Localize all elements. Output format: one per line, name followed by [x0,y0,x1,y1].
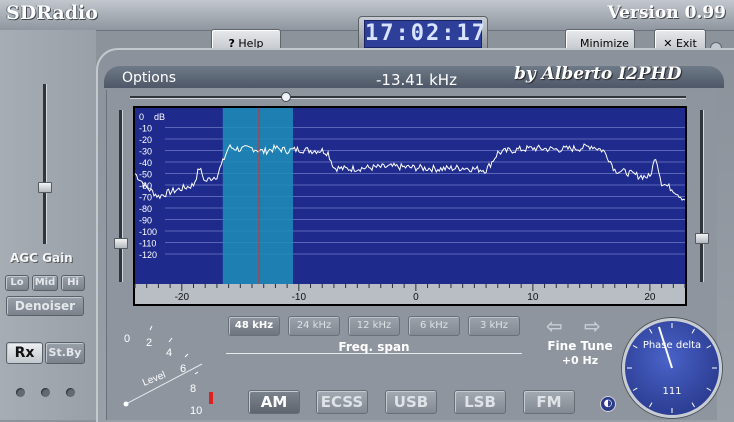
level-tick-label: 4 [166,347,172,359]
version-label: Version 0.99 [607,3,726,23]
x-tick-label: -20 [175,292,190,303]
level-pivot [123,401,129,407]
level-tick [149,325,153,331]
y-tick-label: -30 [139,147,152,157]
phase-knob-overlay [627,323,717,413]
level-tick-label: 10 [190,405,202,417]
freq-span-label: Freq. span [338,340,410,354]
x-tick-label: 20 [644,292,656,303]
level-tick [168,337,173,343]
mode-ecss-button[interactable]: ECSS [316,390,368,414]
db-unit-label: dB [154,112,165,122]
author-credit: by Alberto I2PHD [514,64,682,84]
agc-hi-button[interactable]: Hi [61,275,85,291]
waterfall-slider-track[interactable] [119,110,123,282]
waterfall-slider-thumb[interactable] [114,238,128,249]
phase-delta-label: Phase delta [642,340,702,351]
y-tick-label: -20 [139,135,152,145]
span-6khz-button[interactable]: 6 kHz [408,316,460,336]
agc-gain-slider-track[interactable] [43,84,47,244]
rx-button[interactable]: Rx [6,342,43,364]
contrast-slider-thumb[interactable] [695,233,709,244]
frequency-readout: -13.41 kHz [376,71,457,89]
level-tick [184,353,189,358]
y-tick-label: -100 [139,227,157,237]
level-tick-label: 0 [124,333,130,345]
clock-display: 17:02:17 [364,20,487,48]
spectrum-display[interactable]: 0 dB-10-20-30-40-50-60-70-80-90-100-110-1… [133,106,687,306]
fine-tune-label: Fine Tune [547,339,613,353]
knob-tick [691,328,695,334]
mode-am-button[interactable]: AM [248,390,300,414]
agc-lo-button[interactable]: Lo [5,275,29,291]
span-24khz-button[interactable]: 24 kHz [288,316,340,336]
span-3khz-button[interactable]: 3 kHz [468,316,520,336]
indicator-led [41,388,50,397]
options-menu[interactable]: Options [122,70,176,86]
knob-tick [691,402,695,408]
y-tick-label: -60 [139,181,152,191]
tune-right-arrow-icon[interactable]: ⇨ [584,314,601,338]
y-tick-label: -40 [139,158,152,168]
mode-lsb-button[interactable]: LSB [454,390,506,414]
level-label: Level [141,370,167,389]
y-tick-label: -80 [139,204,152,214]
tuning-slider-thumb[interactable] [281,92,291,102]
contrast-slider-track[interactable] [700,110,704,282]
y-tick-label: 0 [139,112,144,122]
span-48khz-button[interactable]: 48 kHz [228,316,280,336]
agc-mid-button[interactable]: Mid [32,275,58,291]
level-peak-indicator [209,392,213,404]
y-tick-label: -10 [139,124,152,134]
mode-fm-button[interactable]: FM [523,390,575,414]
tune-left-arrow-icon[interactable]: ⇦ [546,314,563,338]
frequency-scale [135,284,685,304]
level-meter: 0 2 4 6 8 10 Level [123,325,213,417]
level-tick [194,371,199,375]
level-tick-label: 8 [190,383,196,395]
agc-gain-slider-thumb[interactable] [38,182,52,193]
x-tick-label: 0 [413,292,419,303]
mode-usb-button[interactable]: USB [385,390,437,414]
y-tick-label: -110 [139,239,156,249]
indicator-led [66,388,75,397]
app-title: SDRadio [6,2,98,24]
phase-delta-value: 111 [662,386,682,397]
y-tick-label: -70 [139,193,152,203]
tuning-slider-track[interactable] [130,96,686,99]
denoiser-button[interactable]: Denoiser [6,296,84,316]
y-tick-label: -50 [139,170,152,180]
y-tick-label: -120 [139,250,157,260]
moon-icon[interactable]: ◐ [600,396,616,412]
x-tick-label: 10 [527,292,539,303]
level-tick-label: 2 [146,337,152,349]
passband-region [222,108,293,284]
level-tick-label: 6 [180,363,186,375]
standby-button[interactable]: St.By [45,342,85,364]
indicator-led [16,388,25,397]
x-tick-label: -10 [292,292,307,303]
fine-tune-value: +0 Hz [561,354,599,367]
y-tick-label: -90 [139,216,152,226]
agc-gain-label: AGC Gain [10,251,73,265]
span-12khz-button[interactable]: 12 kHz [348,316,400,336]
knob-tick [649,328,653,334]
knob-tick [649,402,653,408]
